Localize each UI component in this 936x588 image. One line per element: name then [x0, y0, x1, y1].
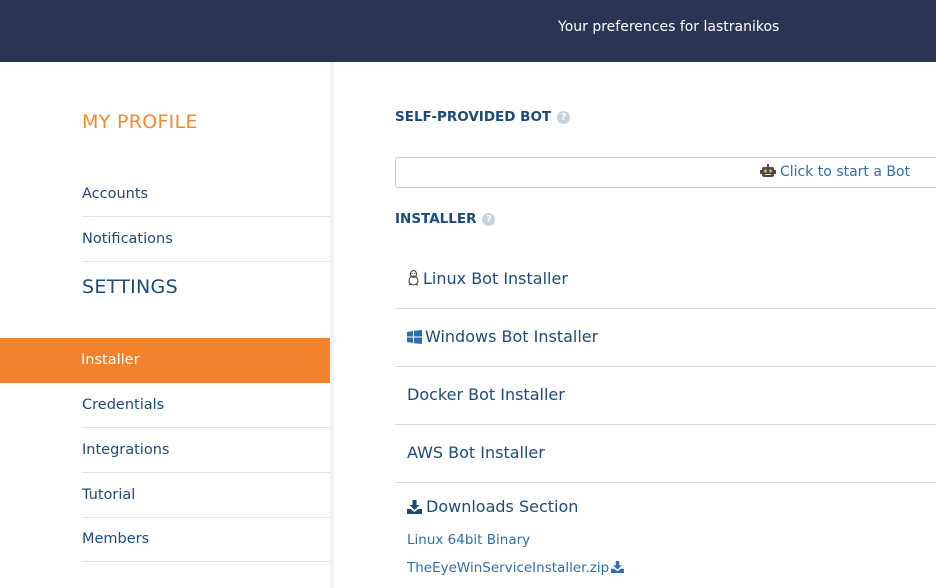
my-profile-heading: MY PROFILE — [82, 111, 198, 133]
question-circle-icon[interactable]: ? — [557, 111, 571, 124]
self-provided-bot-heading: SELF-PROVIDED BOT? — [395, 109, 571, 125]
docker-installer-link[interactable]: Docker Bot Installer — [407, 385, 565, 404]
downloads-section-heading: Downloads Section — [407, 497, 578, 516]
windows-installer-link[interactable]: Windows Bot Installer — [407, 327, 598, 346]
robot-icon — [760, 164, 776, 177]
sidebar-item-notifications[interactable]: Notifications — [82, 217, 330, 262]
question-circle-icon[interactable]: ? — [482, 213, 496, 226]
installer-title: INSTALLER — [395, 211, 477, 227]
start-bot-label: Click to start a Bot — [780, 164, 911, 180]
installer-row-docker: Docker Bot Installer — [395, 367, 936, 425]
preferences-title: Your preferences for lastranikos — [558, 19, 780, 35]
installer-row-windows: Windows Bot Installer — [395, 309, 936, 367]
downloads-title: Downloads Section — [426, 497, 579, 516]
main-content: SELF-PROVIDED BOT? Click to start a Bot … — [334, 62, 936, 588]
linux-64bit-binary-link[interactable]: Linux 64bit Binary — [407, 532, 530, 548]
sidebar-item-accounts[interactable]: Accounts — [82, 172, 330, 217]
settings-heading: SETTINGS — [82, 276, 178, 298]
installer-row-aws: AWS Bot Installer — [395, 425, 936, 483]
sidebar-item-installer[interactable]: Installer — [0, 338, 330, 383]
sidebar-item-tutorial[interactable]: Tutorial — [82, 473, 330, 518]
linux-icon — [408, 270, 419, 286]
start-bot-field[interactable]: Click to start a Bot — [395, 157, 936, 188]
installer-heading: INSTALLER? — [395, 211, 496, 227]
sidebar-item-integrations[interactable]: Integrations — [82, 428, 330, 473]
top-bar: Your preferences for lastranikos — [0, 0, 936, 62]
windows-icon — [407, 330, 422, 344]
win-service-installer-label: TheEyeWinServiceInstaller.zip — [407, 560, 610, 576]
win-service-installer-link[interactable]: TheEyeWinServiceInstaller.zip — [407, 560, 625, 576]
self-provided-bot-title: SELF-PROVIDED BOT — [395, 109, 552, 125]
linux-installer-link[interactable]: Linux Bot Installer — [407, 269, 568, 288]
linux-installer-label: Linux Bot Installer — [423, 269, 568, 288]
aws-installer-link[interactable]: AWS Bot Installer — [407, 443, 545, 462]
sidebar-item-credentials[interactable]: Credentials — [82, 383, 330, 428]
download-icon — [611, 561, 625, 573]
installer-row-linux: Linux Bot Installer — [395, 251, 936, 309]
windows-installer-label: Windows Bot Installer — [425, 327, 599, 346]
sidebar-item-members[interactable]: Members — [82, 517, 330, 562]
download-icon — [407, 500, 422, 514]
sidebar: MY PROFILE Accounts Notifications SETTIN… — [0, 62, 330, 588]
start-bot-link[interactable]: Click to start a Bot — [760, 164, 910, 180]
